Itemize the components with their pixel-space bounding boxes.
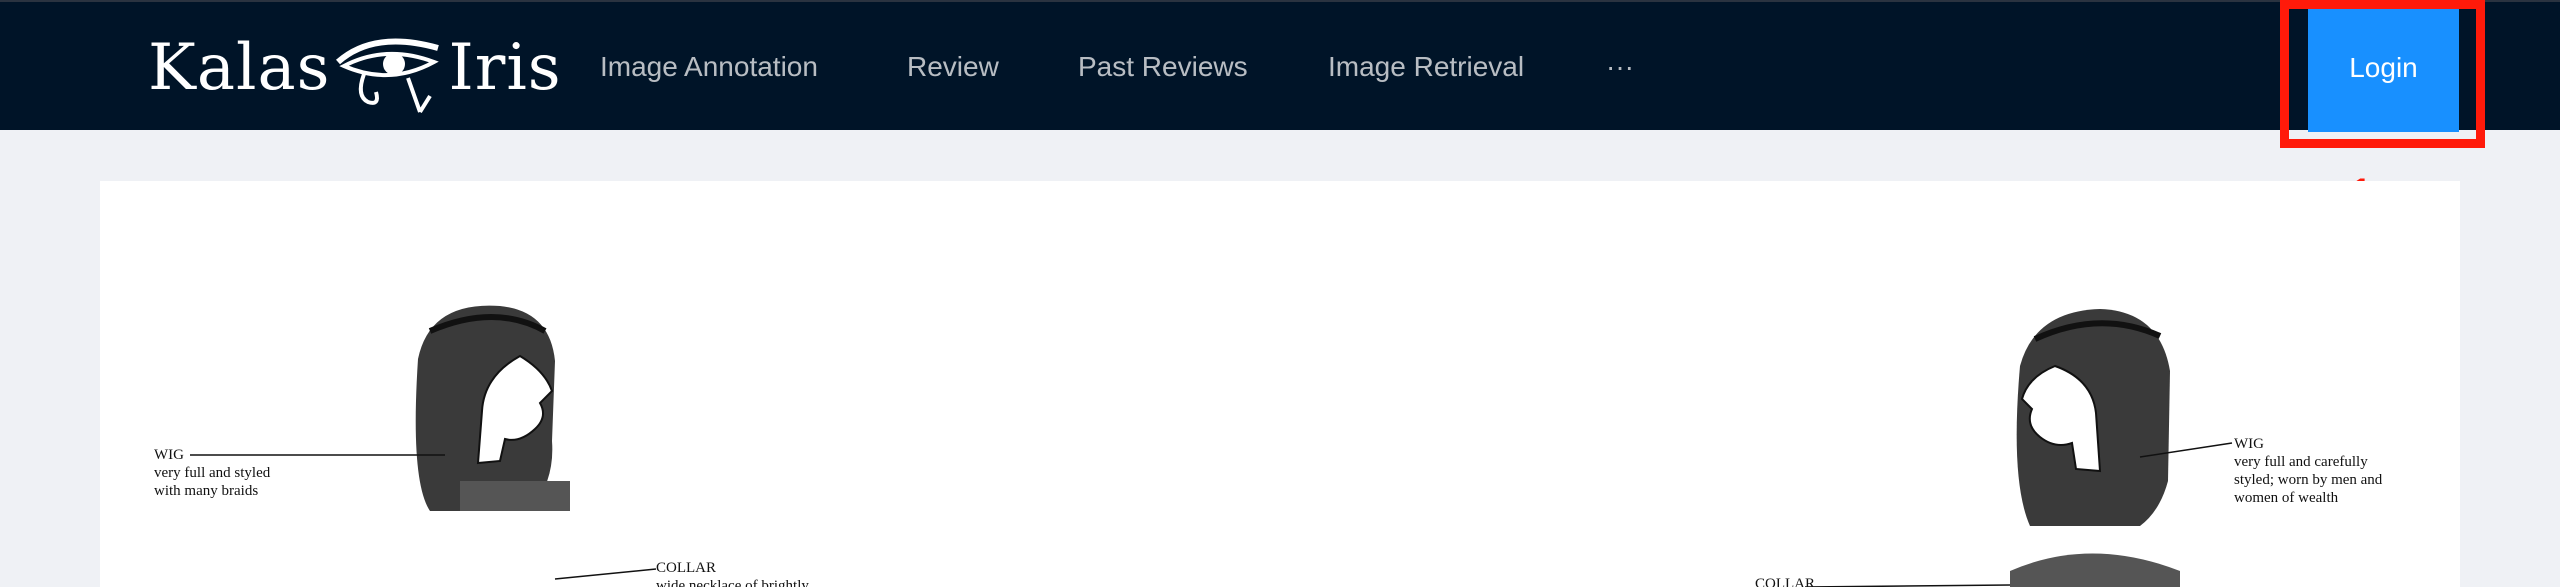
top-navigation-bar: Kalas Iris Image Annotation Review Past … [0, 0, 2560, 132]
right-wig-line-2: styled; worn by men and [2234, 472, 2383, 488]
costume-illustration [190, 305, 2233, 587]
right-wig-title: WIG [2234, 436, 2264, 452]
logo-text-left: Kalas [148, 31, 331, 105]
nav-item-past-reviews[interactable]: Past Reviews [1078, 2, 1248, 132]
login-button[interactable]: Login [2308, 4, 2459, 132]
right-wig-line-1: very full and carefully [2234, 454, 2368, 470]
right-figure-drawing [1804, 309, 2233, 587]
right-wig-annotation: WIG very full and carefully styled; worn… [2234, 435, 2382, 507]
right-wig-line-3: women of wealth [2234, 490, 2339, 506]
nav-more-ellipsis[interactable]: ··· [1606, 2, 1634, 132]
left-collar-annotation: COLLAR wide necklace of brightly [656, 559, 809, 587]
left-wig-line-1: very full and styled [154, 465, 271, 481]
left-figure-drawing [190, 305, 657, 580]
left-wig-title: WIG [154, 447, 184, 463]
content-card: WIG very full and styled with many braid… [100, 181, 2460, 587]
left-wig-line-2: with many braids [154, 483, 259, 499]
kalas-iris-logo[interactable]: Kalas Iris [148, 22, 562, 114]
right-collar-title: COLLAR [1755, 576, 1815, 587]
left-collar-title: COLLAR [656, 560, 716, 576]
nav-item-image-annotation[interactable]: Image Annotation [600, 2, 818, 132]
right-collar-annotation: COLLAR [1755, 575, 1815, 587]
logo-text-right: Iris [448, 31, 562, 105]
eye-of-horus-icon [336, 38, 440, 114]
nav-item-image-retrieval[interactable]: Image Retrieval [1328, 2, 1524, 132]
left-collar-line-1: wide necklace of brightly [656, 578, 809, 587]
left-wig-annotation: WIG very full and styled with many braid… [154, 446, 270, 500]
nav-item-review[interactable]: Review [907, 2, 999, 132]
